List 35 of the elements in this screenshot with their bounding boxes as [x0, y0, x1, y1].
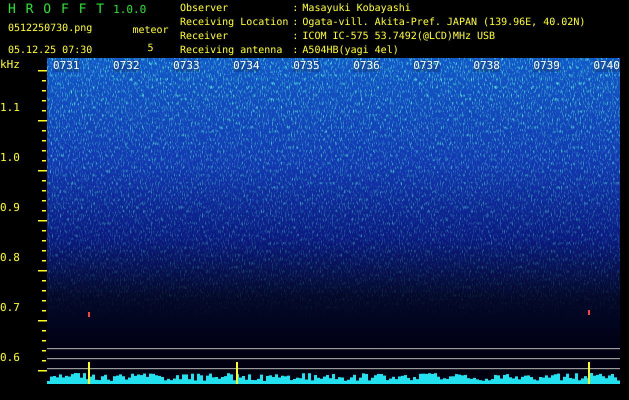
info-value: A504HB(yagi 4el) — [302, 44, 400, 58]
info-separator: : — [292, 2, 298, 16]
meteor-label: meteor — [132, 24, 169, 38]
file-name: 0512250730.png — [8, 22, 94, 36]
axis-label: 0.8 — [0, 251, 21, 266]
info-label: Receiving antenna — [180, 44, 284, 58]
info-separator: : — [292, 30, 298, 44]
info-label: Receiving Location — [180, 16, 288, 30]
axis-label: 0.9 — [0, 201, 21, 216]
axis-unit: kHz — [0, 58, 21, 72]
time-label: 0736 — [353, 60, 380, 72]
info-label: Observer — [180, 2, 230, 16]
time-label: 0737 — [413, 60, 440, 72]
info-value: ICOM IC-575 53.7492(@LCD)MHz USB — [302, 30, 496, 44]
time-label: 0733 — [173, 60, 200, 72]
time-label: 0731 — [53, 60, 80, 72]
time-label: 0734 — [233, 60, 260, 72]
axis-label: 1.1 — [0, 101, 21, 116]
info-separator: : — [292, 16, 298, 30]
axis-label: 1.0 — [0, 151, 21, 166]
info-value: Masayuki Kobayashi — [302, 2, 412, 16]
time-label: 0738 — [473, 60, 500, 72]
time-label: 0739 — [533, 60, 560, 72]
date-time: 05.12.25 07:30 — [8, 44, 94, 58]
time-label: 0740 — [593, 60, 620, 72]
info-value: Ogata-vill. Akita-Pref. JAPAN (139.96E, 40.02N) — [302, 16, 586, 30]
info-separator: : — [292, 44, 298, 58]
time-label: 0732 — [113, 60, 140, 72]
version-label: 1.0.0 — [113, 3, 146, 16]
meteor-count: 5 — [147, 42, 154, 56]
app-title: H R O F F T — [8, 2, 106, 17]
axis-label: 0.6 — [0, 351, 21, 366]
info-label: Receiver — [180, 30, 230, 44]
time-label: 0735 — [293, 60, 320, 72]
axis-label: 0.7 — [0, 301, 21, 316]
